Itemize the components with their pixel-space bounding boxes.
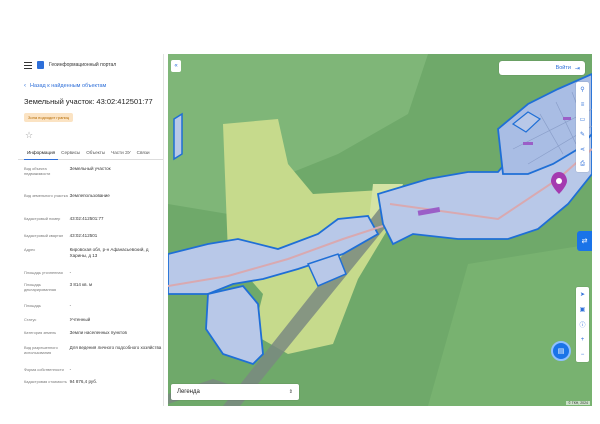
tab-links[interactable]: Связи — [134, 149, 153, 160]
info-label: Площадь декларированная — [24, 282, 57, 292]
info-value: 43:02:412501:77 — [69, 216, 104, 221]
collapse-panel-icon[interactable]: « — [171, 60, 181, 72]
info-label: Вид разрешенного использования — [24, 345, 58, 355]
info-row: Кадастровый номер 43:02:412501:77 — [18, 216, 163, 233]
map-canvas — [168, 54, 592, 406]
login-label: Войти — [555, 65, 571, 71]
info-row: Кадастровая стоимость 94 876,4 руб. — [18, 379, 163, 391]
side-panel-tab[interactable]: ⇄ — [577, 231, 592, 251]
info-value: 94 876,4 руб. — [69, 379, 98, 384]
map-attribution: © ГКН, 2024 — [566, 401, 590, 405]
arrow-left-icon: ‹ — [24, 83, 26, 89]
info-value: - — [69, 270, 72, 275]
info-row: Адрес Кировская обл, р-н Афанасьевский, д… — [18, 247, 163, 270]
app-frame: Геоинформационный портал ‹ Назад к найде… — [0, 0, 600, 424]
info-value: Земли населенных пунктов — [69, 330, 127, 335]
info-list: Вид объекта недвижимости Земельный участо… — [18, 166, 163, 391]
info-value: Земельный участок — [69, 166, 111, 171]
building — [563, 117, 571, 120]
info-value: - — [69, 303, 72, 308]
info-label: Статус — [24, 317, 37, 322]
info-label: Кадастровая стоимость — [24, 379, 67, 384]
info-value: Для ведения личного подсобного хозяйства — [69, 345, 162, 350]
back-link[interactable]: ‹ Назад к найденным объектам — [18, 82, 163, 90]
info-value: Учтенный — [69, 317, 91, 322]
info-row: Площадь - — [18, 303, 163, 317]
info-panel: Геоинформационный портал ‹ Назад к найде… — [18, 54, 164, 406]
login-icon: ⇥ — [574, 65, 580, 72]
info-label: Форма собственности — [24, 367, 64, 372]
info-row: Статус Учтенный — [18, 317, 163, 330]
info-label: Площадь уточненная — [24, 270, 63, 275]
info-row: Площадь уточненная - — [18, 270, 163, 282]
info-row: Вид разрешенного использования Для ведени… — [18, 345, 163, 367]
info-row: Категория земель Земли населенных пунктов — [18, 330, 163, 345]
portal-title: Геоинформационный портал — [49, 62, 117, 68]
info-label: Адрес — [24, 247, 36, 252]
info-row: Площадь декларированная 3 814 кв. м — [18, 282, 163, 303]
tab-parts[interactable]: Части ЗУ — [108, 149, 134, 160]
back-label: Назад к найденным объектам — [30, 83, 107, 89]
info-row: Форма собственности - — [18, 367, 163, 379]
info-label: Категория земель — [24, 330, 57, 335]
login-button[interactable]: Войти ⇥ — [499, 61, 585, 75]
zoom-out-icon[interactable]: − — [576, 347, 589, 362]
measure-icon[interactable]: ▭ — [576, 112, 589, 127]
star-icon[interactable]: ☆ — [25, 130, 163, 140]
tab-services[interactable]: Сервисы — [58, 149, 83, 160]
portal-logo-icon — [37, 61, 44, 69]
info-value: 43:02:412501 — [69, 233, 98, 238]
share-icon[interactable]: ⋖ — [576, 142, 589, 157]
info-value: 3 814 кв. м — [69, 282, 93, 287]
building — [523, 142, 533, 145]
map-mode-icon[interactable]: ▣ — [576, 302, 589, 317]
legend-dropdown[interactable]: Легенда ⇕ — [171, 384, 299, 400]
info-label: Вид объекта недвижимости — [24, 166, 51, 176]
status-badge: Зона подходит границ — [24, 113, 74, 122]
info-icon[interactable]: ⓘ — [576, 317, 589, 332]
info-label: Кадастровый квартал — [24, 233, 64, 238]
page-title: Земельный участок: 43:02:412501:77 — [24, 97, 153, 106]
location-pin-icon[interactable]: ⚲ — [576, 82, 589, 97]
info-value: Землепользование — [69, 193, 110, 198]
my-location-icon[interactable]: ➤ — [576, 287, 589, 302]
parcel[interactable] — [173, 112, 183, 161]
tab-info[interactable]: Информация — [24, 149, 59, 160]
legend-label: Легенда — [177, 389, 200, 395]
tab-objects[interactable]: Объекты — [83, 149, 108, 160]
info-row: Вид земельного участка Землепользование — [18, 193, 163, 216]
info-value: Кировская обл, р-н Афанасьевский, д Хари… — [69, 247, 149, 258]
chat-icon[interactable]: ▤ — [551, 341, 571, 361]
info-value: - — [69, 367, 72, 372]
chevron-updown-icon: ⇕ — [288, 389, 293, 395]
info-row: Вид объекта недвижимости Земельный участо… — [18, 166, 163, 193]
print-icon[interactable]: ⎙ — [576, 157, 589, 172]
info-row: Кадастровый квартал 43:02:412501 — [18, 233, 163, 247]
map-toolbar-top: ⚲ ≡ ▭ ✎ ⋖ ⎙ — [576, 82, 589, 172]
map-view[interactable]: « Войти ⇥ ⚲ ≡ ▭ ✎ ⋖ ⎙ ⇄ ➤ ▣ ⓘ + − ▤ Леге… — [168, 54, 592, 406]
layers-icon[interactable]: ≡ — [576, 97, 589, 112]
info-label: Кадастровый номер — [24, 216, 61, 221]
info-label: Площадь — [24, 303, 41, 308]
info-label: Вид земельного участка — [24, 193, 68, 198]
edit-icon[interactable]: ✎ — [576, 127, 589, 142]
panel-header: Геоинформационный портал — [18, 54, 163, 76]
map-toolbar-bottom: ➤ ▣ ⓘ + − — [576, 287, 589, 362]
tab-bar: Информация Сервисы Объекты Части ЗУ Связ… — [18, 149, 163, 160]
menu-icon[interactable] — [24, 61, 32, 69]
zoom-in-icon[interactable]: + — [576, 332, 589, 347]
